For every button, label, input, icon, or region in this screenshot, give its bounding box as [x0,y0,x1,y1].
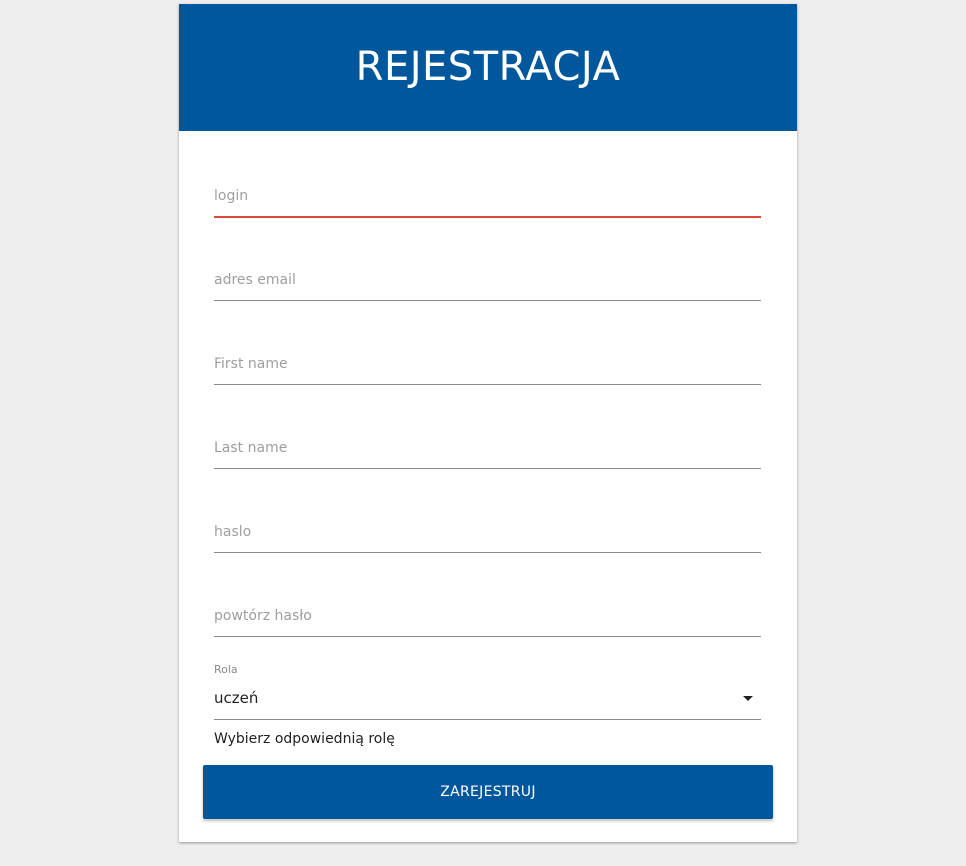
first-name-field [214,344,761,385]
role-label: Rola [214,663,238,676]
first-name-input[interactable] [214,344,761,384]
last-name-field [214,428,761,469]
card-header: REJESTRACJA [179,4,797,131]
last-name-input[interactable] [214,428,761,468]
registration-card: REJESTRACJA Rola uczeń Wybierz odpowiedn… [179,4,797,842]
email-input[interactable] [214,260,761,300]
caret-down-icon[interactable] [743,696,753,701]
role-selected-value: uczeń [214,689,259,707]
login-field [214,176,761,218]
email-field [214,260,761,301]
role-helper-text: Wybierz odpowiednią rolę [214,731,395,747]
role-select[interactable]: uczeń [214,684,761,720]
password-repeat-input[interactable] [214,596,761,636]
login-input[interactable] [214,176,761,216]
password-repeat-field [214,596,761,637]
password-field [214,512,761,553]
password-input[interactable] [214,512,761,552]
page-title: REJESTRACJA [355,43,621,90]
register-button[interactable]: ZAREJESTRUJ [203,765,773,819]
